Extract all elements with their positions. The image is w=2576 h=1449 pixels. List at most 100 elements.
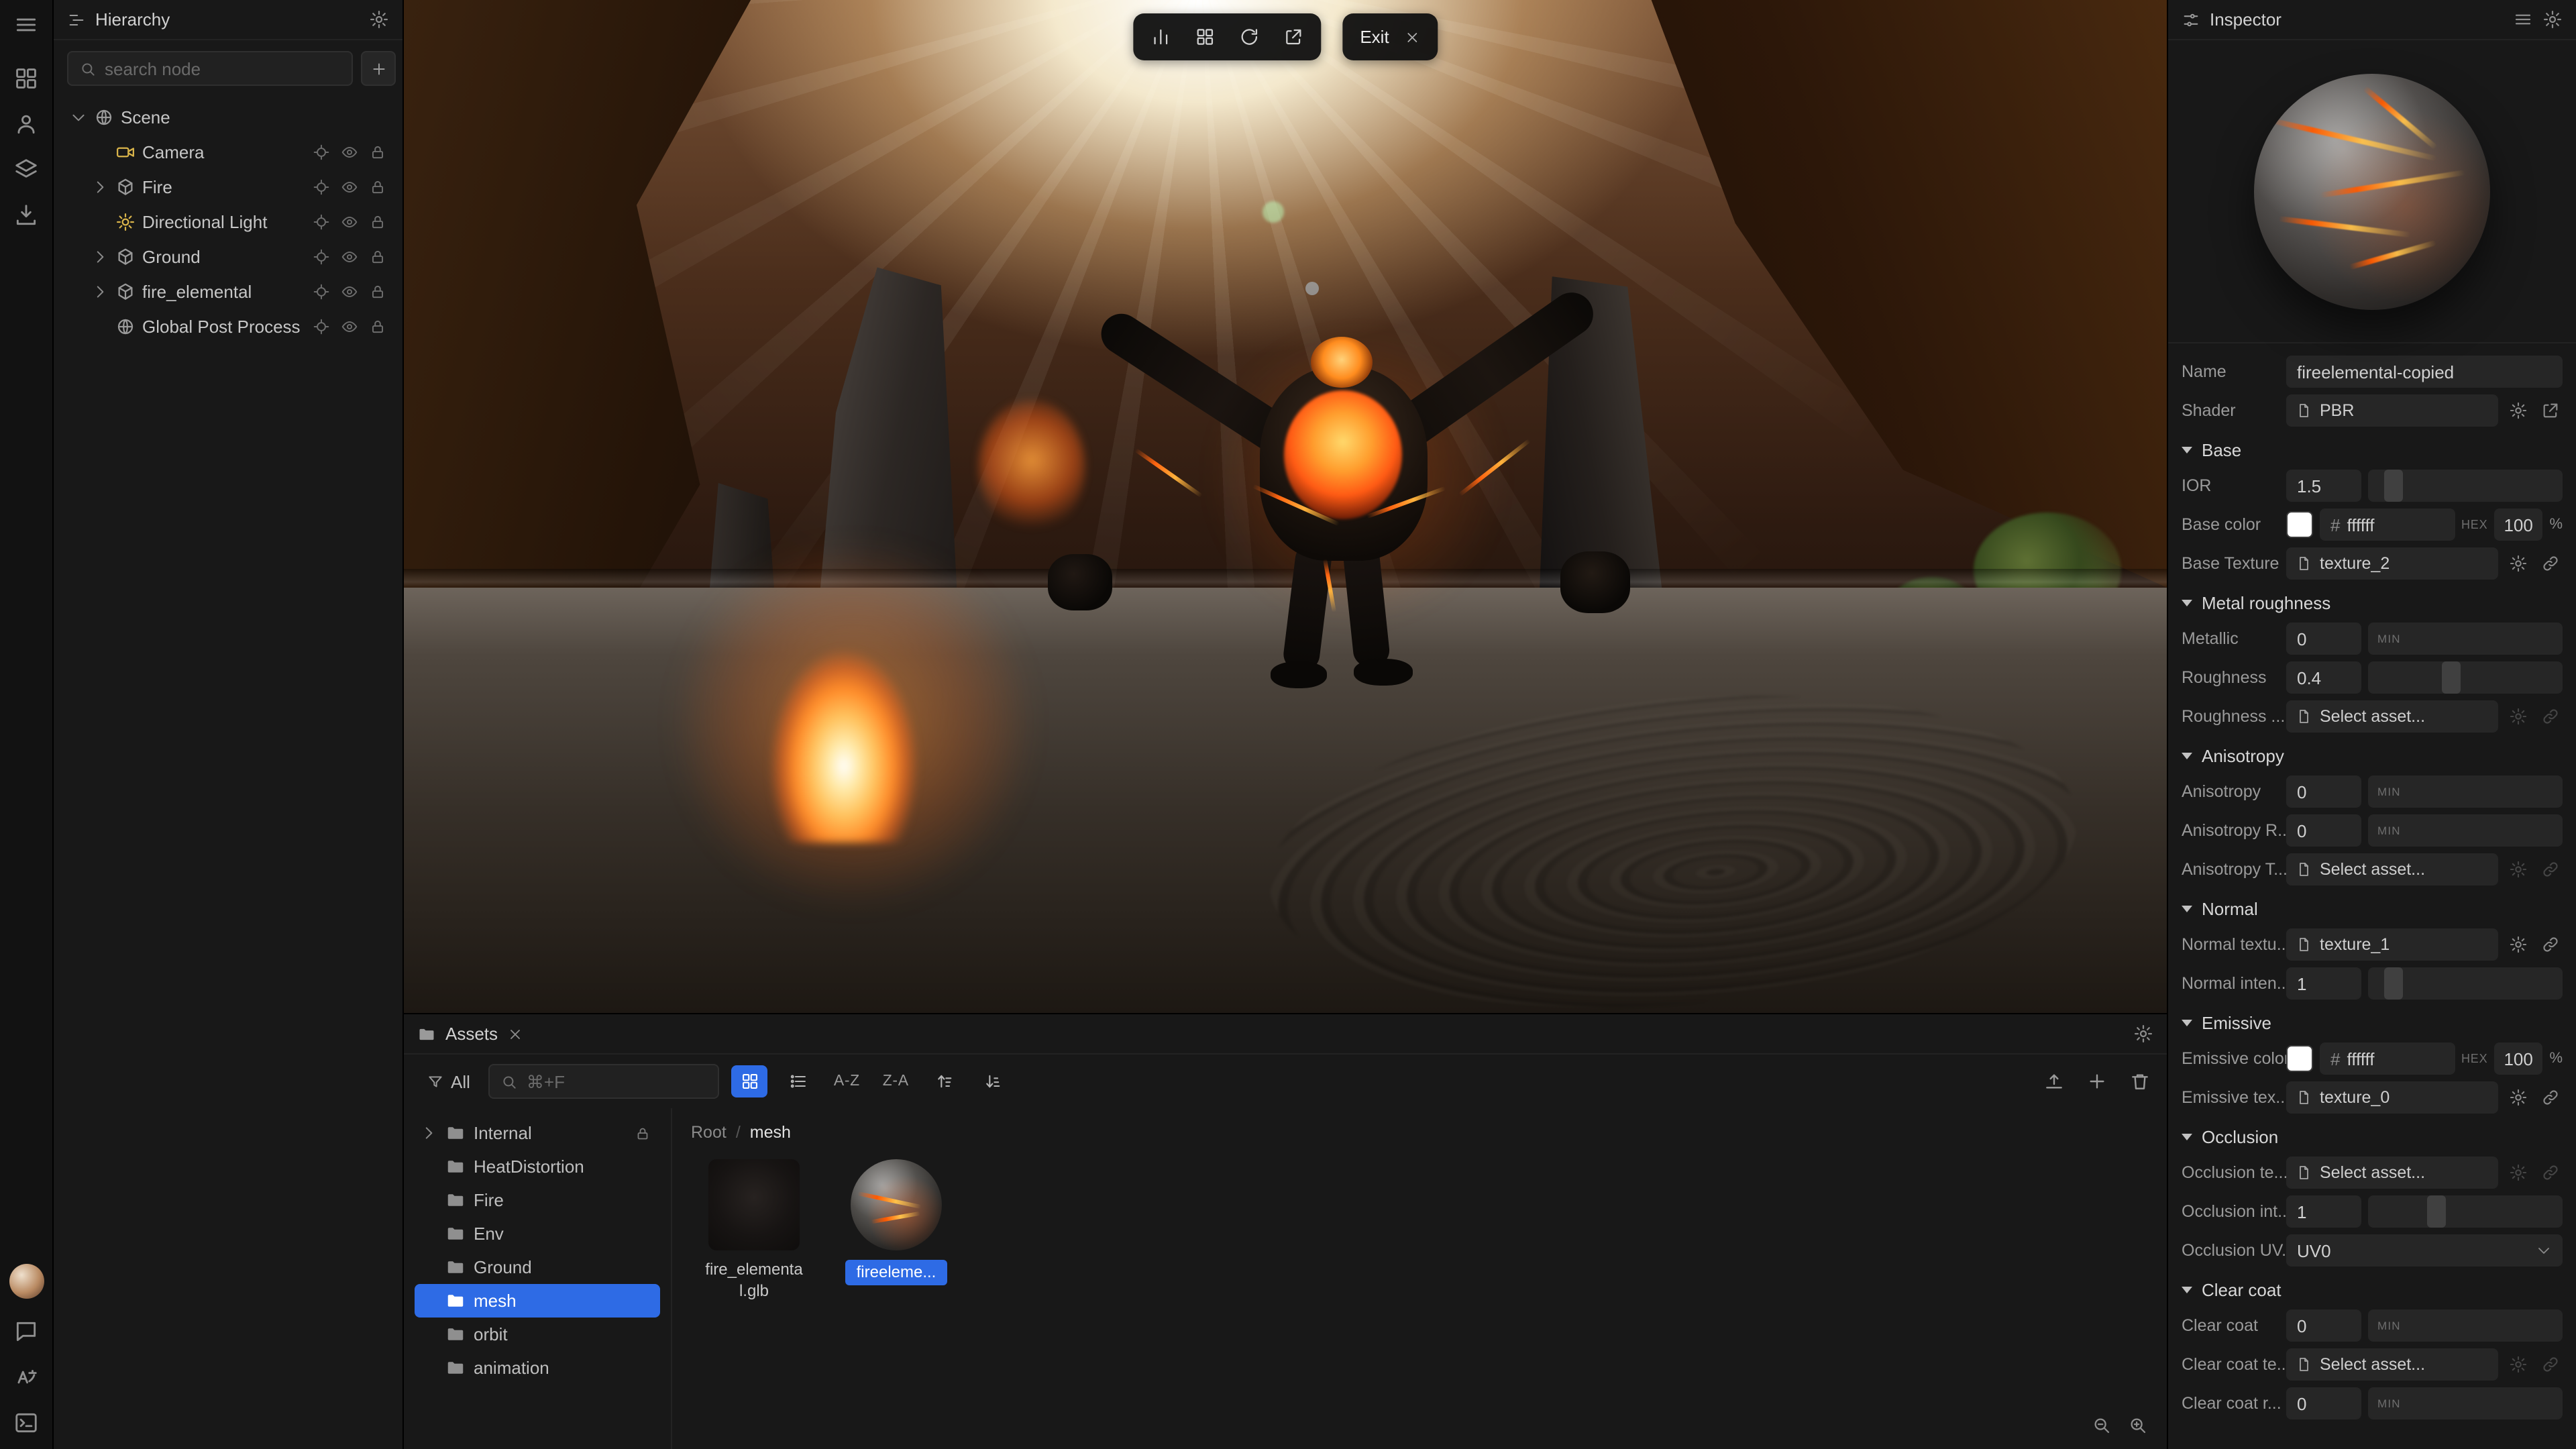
normal-intensity-input[interactable]: 1 [2286,967,2361,1000]
shader-open-icon[interactable] [2537,398,2563,423]
hierarchy-item-fire[interactable]: Fire [62,169,394,204]
section-clear-coat[interactable]: Clear coat [2182,1280,2563,1299]
folder-item-env[interactable]: Env [415,1217,660,1250]
texture-link-icon[interactable] [2537,1160,2563,1185]
select-asset-chip[interactable]: Select asset... [2286,1348,2498,1381]
close-icon[interactable] [1404,29,1420,45]
pick-icon[interactable] [313,178,330,195]
exit-button[interactable]: Exit [1342,13,1437,60]
assets-search-box[interactable] [489,1064,720,1099]
sort-az-button[interactable]: A-Z [828,1073,865,1089]
lock-icon[interactable] [369,213,386,230]
texture-link-icon[interactable] [2537,1085,2563,1110]
texture-link-icon[interactable] [2537,857,2563,882]
alpha-input[interactable]: 100 [2494,508,2542,541]
caret-down-icon[interactable] [70,108,87,125]
hex-input[interactable]: # ffffff [2320,508,2455,541]
metallic-slider[interactable]: MIN [2368,623,2563,655]
anisotropy-slider[interactable]: MIN [2368,775,2563,808]
share-button[interactable] [1274,20,1313,54]
list-view-button[interactable] [780,1065,816,1097]
folder-item-animation[interactable]: animation [415,1351,660,1385]
hierarchy-item-ground[interactable]: Ground [62,239,394,274]
lock-icon[interactable] [369,248,386,265]
color-swatch[interactable] [2286,1045,2313,1072]
texture-settings-icon[interactable] [2505,1352,2530,1377]
breadcrumb-root[interactable]: Root [691,1123,727,1142]
texture-chip[interactable]: texture_0 [2286,1081,2498,1114]
folder-item-orbit[interactable]: orbit [415,1318,660,1351]
select-asset-chip[interactable]: Select asset... [2286,700,2498,733]
anisotropy-rotation-input[interactable]: 0 [2286,814,2361,847]
occlusion-intensity-slider[interactable] [2368,1195,2563,1228]
asset-item-model[interactable]: fire_elemental.glb [699,1159,809,1301]
pick-icon[interactable] [313,248,330,265]
pick-icon[interactable] [313,213,330,230]
dashboard-icon[interactable] [13,66,39,91]
filter-button[interactable]: All [420,1064,477,1099]
sort-asc-icon[interactable] [926,1065,963,1097]
clear-coat-input[interactable]: 0 [2286,1309,2361,1342]
metallic-input[interactable]: 0 [2286,623,2361,655]
roughness-slider[interactable] [2368,661,2563,694]
clear-coat-roughness-slider[interactable]: MIN [2368,1387,2563,1419]
pick-icon[interactable] [313,282,330,300]
eye-icon[interactable] [341,213,358,230]
assets-settings-icon[interactable] [2133,1024,2153,1044]
texture-settings-icon[interactable] [2505,857,2530,882]
assets-search-input[interactable] [527,1071,708,1091]
viewport-canvas[interactable] [404,0,2167,1013]
hierarchy-search-input[interactable] [105,58,341,78]
layout-grid-button[interactable] [1185,20,1224,54]
anisotropy-input[interactable]: 0 [2286,775,2361,808]
pick-icon[interactable] [313,143,330,160]
lock-icon[interactable] [369,317,386,335]
close-assets-icon[interactable] [507,1026,523,1042]
eye-icon[interactable] [341,143,358,160]
texture-link-icon[interactable] [2537,704,2563,729]
viewport[interactable]: Exit [404,0,2167,1013]
delete-asset-icon[interactable] [2129,1071,2151,1092]
eye-icon[interactable] [341,248,358,265]
texture-settings-icon[interactable] [2505,1160,2530,1185]
folder-item-heatdistortion[interactable]: HeatDistortion [415,1150,660,1183]
texture-settings-icon[interactable] [2505,932,2530,957]
translate-icon[interactable] [13,1364,39,1390]
user-avatar[interactable] [9,1264,44,1299]
eye-icon[interactable] [341,178,358,195]
plugins-icon[interactable] [13,157,39,182]
ior-input[interactable]: 1.5 [2286,470,2361,502]
section-normal[interactable]: Normal [2182,899,2563,918]
caret-right-icon[interactable] [420,1124,437,1142]
shader-chip[interactable]: PBR [2286,394,2498,427]
section-base[interactable]: Base [2182,440,2563,459]
hierarchy-item-directional-light[interactable]: Directional Light [62,204,394,239]
pick-icon[interactable] [313,317,330,335]
hierarchy-settings-icon[interactable] [369,9,389,30]
eye-icon[interactable] [341,282,358,300]
add-node-button[interactable] [361,51,396,86]
eye-icon[interactable] [341,317,358,335]
section-emissive[interactable]: Emissive [2182,1013,2563,1032]
caret-right-icon[interactable] [91,248,109,265]
select-asset-chip[interactable]: Select asset... [2286,1157,2498,1189]
grid-view-button[interactable] [732,1065,768,1097]
anisotropy-rotation-slider[interactable]: MIN [2368,814,2563,847]
lock-icon[interactable] [369,143,386,160]
normal-intensity-slider[interactable] [2368,967,2563,1000]
members-icon[interactable] [13,111,39,137]
caret-right-icon[interactable] [91,178,109,195]
texture-link-icon[interactable] [2537,1352,2563,1377]
texture-link-icon[interactable] [2537,932,2563,957]
caret-right-icon[interactable] [91,282,109,300]
texture-chip[interactable]: texture_1 [2286,928,2498,961]
texture-settings-icon[interactable] [2505,551,2530,576]
hierarchy-search-box[interactable] [67,51,353,86]
folder-item-fire[interactable]: Fire [415,1183,660,1217]
texture-settings-icon[interactable] [2505,704,2530,729]
clear-coat-slider[interactable]: MIN [2368,1309,2563,1342]
downloads-icon[interactable] [13,203,39,228]
select-asset-chip[interactable]: Select asset... [2286,853,2498,885]
lock-icon[interactable] [369,178,386,195]
zoom-out-icon[interactable] [2092,1415,2112,1436]
